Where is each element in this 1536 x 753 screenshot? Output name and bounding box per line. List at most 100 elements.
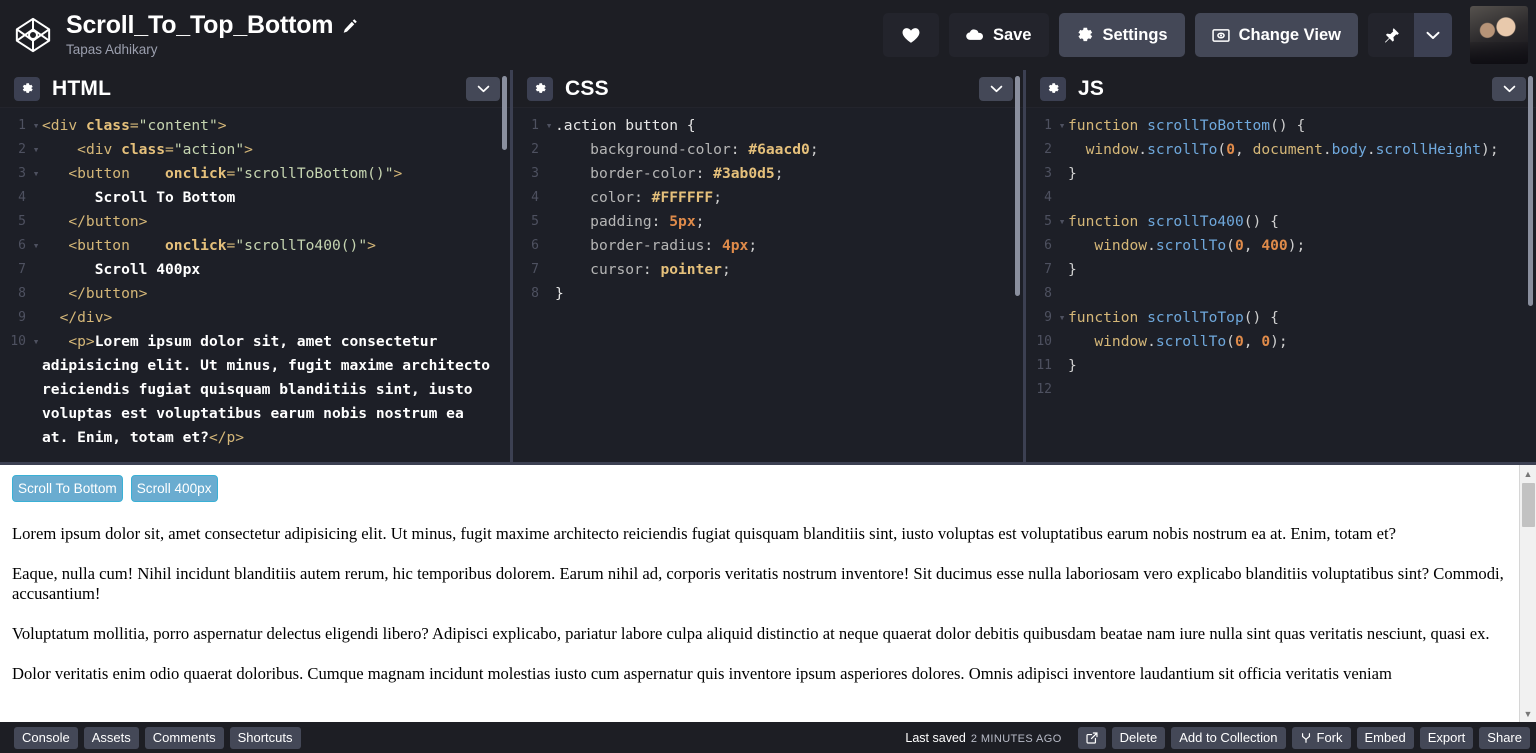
embed-button[interactable]: Embed	[1356, 726, 1414, 749]
code-text: function scrollTo400() {	[1068, 213, 1279, 230]
line-number: 4	[531, 190, 539, 205]
scroll-down-arrow-icon[interactable]: ▼	[1520, 705, 1536, 722]
scroll-400px-button[interactable]: Scroll 400px	[130, 475, 218, 502]
line-number: 6	[18, 238, 26, 253]
preview-pane: Scroll To Bottom Scroll 400px Lorem ipsu…	[0, 462, 1536, 722]
pen-author[interactable]: Tapas Adhikary	[66, 42, 358, 58]
scroll-up-arrow-icon[interactable]: ▲	[1520, 465, 1536, 482]
line-number: 1	[531, 118, 539, 133]
preview-scrollbar-thumb[interactable]	[1522, 483, 1535, 527]
preview-paragraph: Dolor veritatis enim odio quaerat dolori…	[12, 663, 1392, 683]
codepen-logo-icon[interactable]	[14, 16, 52, 54]
fold-toggle-icon[interactable]: ▾	[543, 114, 555, 138]
share-button[interactable]: Share	[1479, 726, 1530, 749]
editor-scrollbar-html[interactable]	[502, 76, 507, 150]
delete-button[interactable]: Delete	[1111, 726, 1166, 749]
code-editor-js[interactable]: 1 ▾ function scrollToBottom() {2 window.sc…	[1026, 108, 1536, 462]
last-saved-status: Last saved 2 minutes ago	[905, 731, 1061, 745]
code-text: color: #FFFFFF;	[555, 189, 722, 206]
scroll-to-bottom-button[interactable]: Scroll To Bottom	[12, 475, 123, 502]
last-saved-label: Last saved	[905, 730, 966, 745]
change-view-button[interactable]: Change View	[1194, 13, 1358, 57]
editor-scrollbar-css[interactable]	[1015, 76, 1020, 296]
gear-icon[interactable]	[14, 76, 40, 101]
chevron-down-icon[interactable]	[466, 76, 500, 101]
line-number: 12	[1036, 382, 1052, 397]
header-actions: Save Settings Change View	[882, 6, 1528, 64]
gear-icon[interactable]	[1040, 76, 1066, 101]
assets-button[interactable]: Assets	[83, 726, 139, 749]
pencil-icon[interactable]	[342, 18, 358, 34]
line-number: 10	[1036, 334, 1052, 349]
preview-paragraph: Eaque, nulla cum! Nihil incidunt blandit…	[12, 563, 1504, 604]
top-header-bar: Scroll_To_Top_Bottom Tapas Adhikary Save…	[0, 0, 1536, 70]
line-number: 10	[10, 334, 26, 349]
pin-button[interactable]	[1368, 13, 1414, 57]
code-line: 1 ▾ function scrollToBottom() {	[1026, 114, 1536, 138]
fold-toggle-icon[interactable]: ▾	[30, 138, 42, 162]
code-line: 3}	[1026, 162, 1536, 186]
line-number: 5	[1044, 214, 1052, 229]
fold-toggle-icon[interactable]: ▾	[30, 114, 42, 138]
code-text: <p>Lorem ipsum dolor sit, amet consectet…	[42, 333, 499, 446]
comments-button[interactable]: Comments	[144, 726, 224, 749]
code-line: 9 ▾ function scrollToTop() {	[1026, 306, 1536, 330]
add-to-collection-button[interactable]: Add to Collection	[1171, 726, 1286, 749]
fold-toggle-icon[interactable]: ▾	[1056, 210, 1068, 234]
avatar[interactable]	[1470, 6, 1528, 64]
code-line: 5 padding: 5px;	[513, 210, 1023, 234]
editor-scrollbar-js[interactable]	[1528, 76, 1533, 306]
chevron-down-icon[interactable]	[1492, 76, 1526, 101]
fold-toggle-icon[interactable]: ▾	[30, 330, 42, 354]
shortcuts-button[interactable]: Shortcuts	[229, 726, 301, 749]
code-line: 1 ▾ .action button {	[513, 114, 1023, 138]
chevron-down-icon[interactable]	[979, 76, 1013, 101]
open-external-button[interactable]	[1077, 726, 1106, 749]
code-line: 10 window.scrollTo(0, 0);	[1026, 330, 1536, 354]
gear-icon[interactable]	[527, 76, 553, 101]
line-number: 5	[18, 214, 26, 229]
pane-title-css: CSS	[565, 76, 609, 100]
fold-toggle-icon[interactable]: ▾	[1056, 114, 1068, 138]
code-text: </div>	[42, 309, 113, 326]
fork-icon	[1300, 732, 1312, 744]
preview-paragraph: Lorem ipsum dolor sit, amet consectetur …	[12, 524, 1396, 543]
save-button[interactable]: Save	[948, 13, 1049, 57]
preview-scrollbar[interactable]: ▲ ▼	[1519, 465, 1536, 722]
code-text: Scroll To Bottom	[42, 189, 236, 206]
fork-button[interactable]: Fork	[1291, 726, 1351, 749]
code-line: 7 cursor: pointer;	[513, 258, 1023, 282]
open-external-icon	[1086, 731, 1098, 744]
console-button[interactable]: Console	[14, 726, 78, 749]
settings-button[interactable]: Settings	[1058, 13, 1185, 57]
code-line: 8}	[513, 282, 1023, 306]
code-line: 3 border-color: #3ab0d5;	[513, 162, 1023, 186]
line-number: 5	[531, 214, 539, 229]
save-button-label: Save	[992, 25, 1032, 44]
code-line: 6 border-radius: 4px;	[513, 234, 1023, 258]
code-text: </button>	[42, 285, 148, 302]
line-number: 9	[18, 310, 26, 325]
pen-titles: Scroll_To_Top_Bottom Tapas Adhikary	[66, 12, 358, 57]
code-line: 9 </div>	[0, 306, 510, 330]
change-view-button-label: Change View	[1238, 25, 1341, 44]
bottom-toolbar: Console Assets Comments Shortcuts Last s…	[0, 722, 1536, 753]
export-button[interactable]: Export	[1419, 726, 1474, 749]
editor-pane-js: JS 1 ▾ function scrollToBottom() {2 window…	[1026, 70, 1536, 462]
fold-toggle-icon[interactable]: ▾	[30, 162, 42, 186]
like-button[interactable]	[882, 13, 939, 57]
code-editor-css[interactable]: 1 ▾ .action button {2 background-color: #6…	[513, 108, 1023, 462]
heart-icon	[902, 26, 920, 44]
page-title[interactable]: Scroll_To_Top_Bottom	[66, 12, 358, 40]
code-text: <button onclick="scrollToBottom()">	[42, 165, 403, 182]
code-line: 4 color: #FFFFFF;	[513, 186, 1023, 210]
editor-pane-css: CSS 1 ▾ .action button {2 background-color…	[513, 70, 1026, 462]
fold-toggle-icon[interactable]: ▾	[1056, 306, 1068, 330]
fold-toggle-icon[interactable]: ▾	[30, 234, 42, 258]
code-text: <div class="action">	[42, 141, 253, 158]
code-text: }	[1068, 165, 1077, 182]
pin-dropdown-toggle[interactable]	[1414, 13, 1452, 57]
code-line: 5 </button>	[0, 210, 510, 234]
code-editor-html[interactable]: 1 ▾ <div class="content"> 2 ▾ <div class="ac…	[0, 108, 510, 462]
code-text: background-color: #6aacd0;	[555, 141, 819, 158]
